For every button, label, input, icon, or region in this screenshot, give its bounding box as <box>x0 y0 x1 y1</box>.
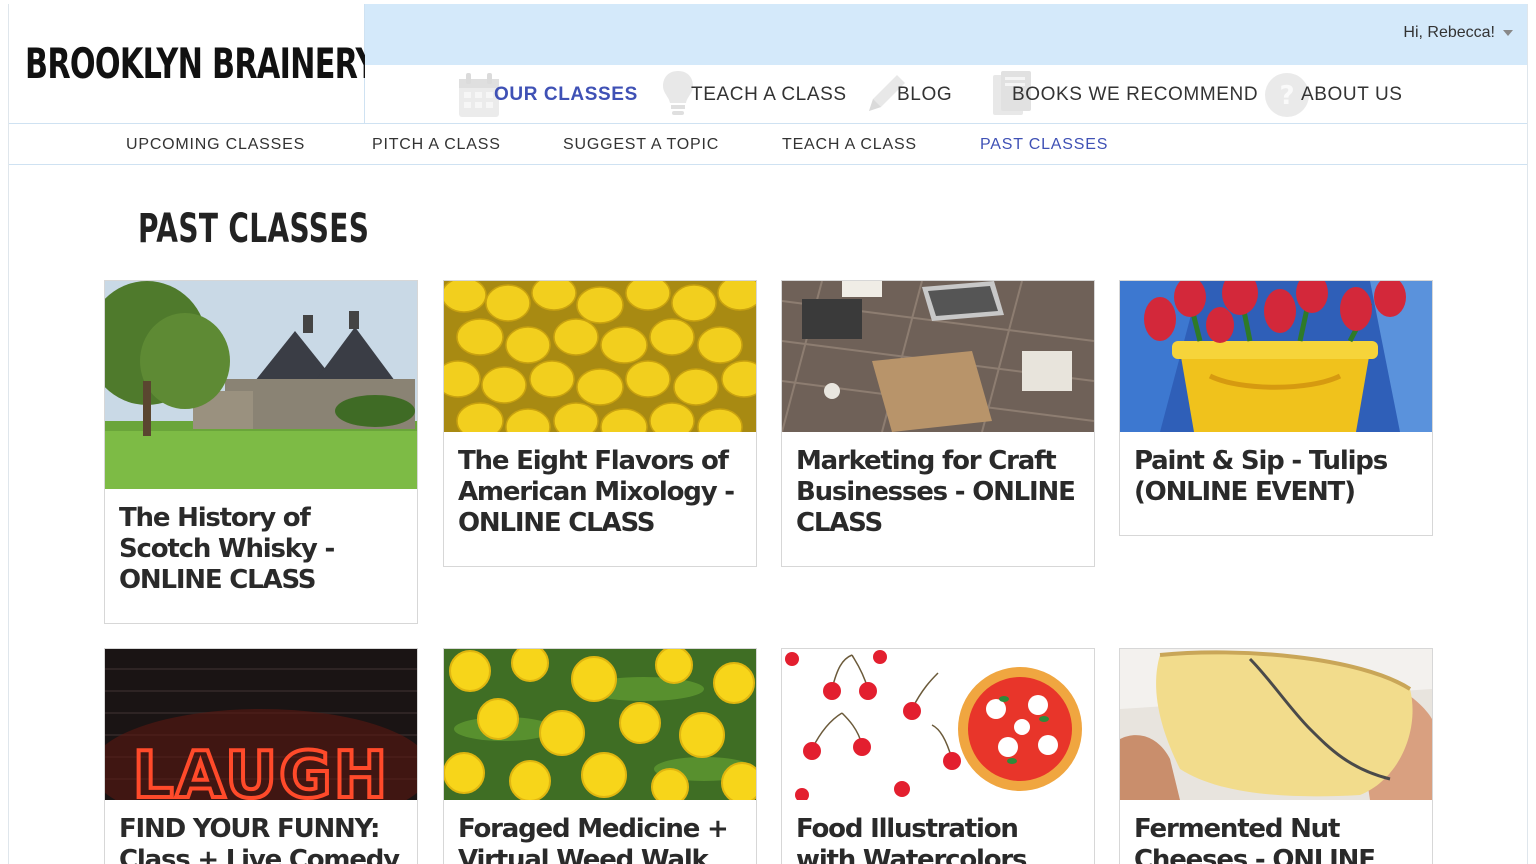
nav-label[interactable]: OUR CLASSES <box>494 84 638 106</box>
cherries-pizza-illustration[interactable] <box>782 649 1094 800</box>
class-card[interactable]: LAUGH FIND YOUR FUNNY: Class + Live Come… <box>104 648 418 864</box>
class-title[interactable]: The History of Scotch Whisky - ONLINE CL… <box>105 489 417 614</box>
nav-books-we-recommend[interactable]: BOOKS WE RECOMMEND <box>989 65 1258 124</box>
subnav-teach-a-class[interactable]: TEACH A CLASS <box>782 136 917 154</box>
class-card[interactable]: Paint & Sip - Tulips (ONLINE EVENT) <box>1119 280 1433 536</box>
class-title[interactable]: Foraged Medicine + Virtual Weed Walk <box>444 800 756 864</box>
class-card[interactable]: Fermented Nut Cheeses - ONLINE <box>1119 648 1433 864</box>
nav-label[interactable]: BLOG <box>897 84 952 106</box>
svg-text:?: ? <box>1279 81 1294 111</box>
subnav-suggest-a-topic[interactable]: SUGGEST A TOPIC <box>563 136 719 154</box>
class-card[interactable]: Food Illustration with Watercolors <box>781 648 1095 864</box>
nav-blog[interactable]: BLOG <box>861 65 952 124</box>
nav-label[interactable]: TEACH A CLASS <box>691 84 847 106</box>
class-title[interactable]: Marketing for Craft Businesses - ONLINE … <box>782 432 1094 557</box>
nav-about-us[interactable]: ? ABOUT US <box>1263 65 1402 124</box>
nav-our-classes[interactable]: OUR CLASSES <box>457 65 637 124</box>
class-card[interactable]: Marketing for Craft Businesses - ONLINE … <box>781 280 1095 567</box>
nav-label[interactable]: BOOKS WE RECOMMEND <box>1012 84 1258 106</box>
dandelions-photo[interactable] <box>444 649 756 800</box>
laugh-neon-sign[interactable]: LAUGH <box>105 649 417 800</box>
top-bar: Hi, Rebecca! <box>365 4 1527 65</box>
logo-box[interactable]: BROOKLYN BRAINERY <box>9 4 377 124</box>
svg-text:LAUGH: LAUGH <box>133 739 389 800</box>
class-card[interactable]: The History of Scotch Whisky - ONLINE CL… <box>104 280 418 624</box>
distillery-photo[interactable] <box>105 281 417 489</box>
class-title[interactable]: Paint & Sip - Tulips (ONLINE EVENT) <box>1120 432 1432 526</box>
tulips-painting[interactable] <box>1120 281 1432 432</box>
brand-logo[interactable]: BROOKLYN BRAINERY <box>25 39 377 88</box>
class-title[interactable]: Food Illustration with Watercolors <box>782 800 1094 864</box>
nav-teach-a-class[interactable]: TEACH A CLASS <box>661 65 846 124</box>
user-menu[interactable]: Hi, Rebecca! <box>1403 24 1513 42</box>
lemons-photo[interactable] <box>444 281 756 432</box>
chevron-down-icon[interactable] <box>1503 30 1513 36</box>
class-title[interactable]: Fermented Nut Cheeses - ONLINE <box>1120 800 1432 864</box>
class-title[interactable]: The Eight Flavors of American Mixology -… <box>444 432 756 557</box>
class-card[interactable]: Foraged Medicine + Virtual Weed Walk <box>443 648 757 864</box>
main-nav: OUR CLASSES TEACH A CLASS BLOG BOOKS WE … <box>365 65 1527 124</box>
subnav-pitch-a-class[interactable]: PITCH A CLASS <box>372 136 501 154</box>
nav-label[interactable]: ABOUT US <box>1301 84 1403 106</box>
sub-nav: UPCOMING CLASSES PITCH A CLASS SUGGEST A… <box>9 125 1527 165</box>
nut-cheese-photo[interactable] <box>1120 649 1432 800</box>
class-title[interactable]: FIND YOUR FUNNY: Class + Live Comedy <box>105 800 417 864</box>
subnav-past-classes[interactable]: PAST CLASSES <box>980 136 1108 154</box>
subnav-upcoming-classes[interactable]: UPCOMING CLASSES <box>126 136 305 154</box>
class-card[interactable]: The Eight Flavors of American Mixology -… <box>443 280 757 567</box>
page-title: PAST CLASSES <box>138 206 370 252</box>
workspace-photo[interactable] <box>782 281 1094 432</box>
page-frame: BROOKLYN BRAINERY Hi, Rebecca! OUR CLASS… <box>8 4 1528 864</box>
lightbulb-icon <box>663 71 693 115</box>
user-greeting[interactable]: Hi, Rebecca! <box>1403 24 1495 42</box>
